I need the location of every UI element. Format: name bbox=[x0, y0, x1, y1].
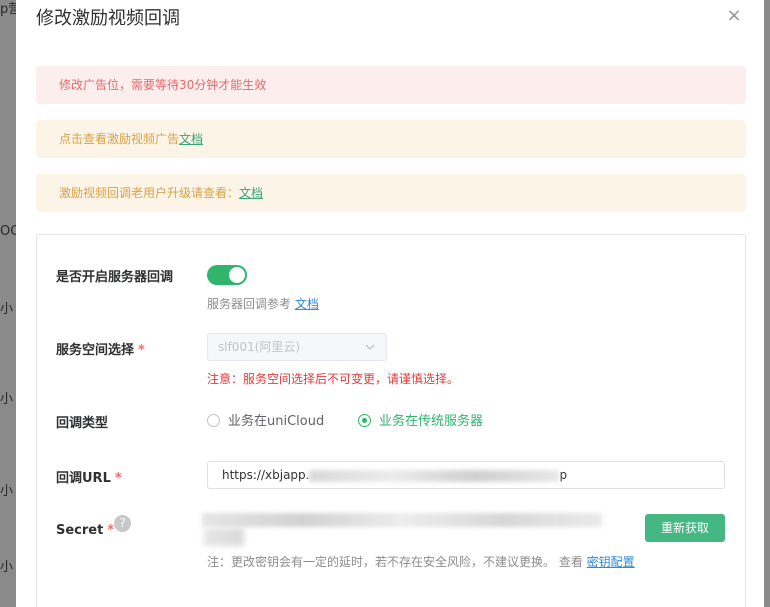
alert-doc-text: 点击查看激励视频广告 bbox=[59, 132, 180, 146]
radio-traditional-label: 业务在传统服务器 bbox=[379, 414, 484, 429]
server-callback-toggle[interactable] bbox=[207, 265, 247, 285]
dialog-title: 修改激励视频回调 bbox=[36, 8, 180, 29]
required-mark: * bbox=[138, 343, 145, 358]
secret-note-text: 注：更改密钥会有一定的延时，若不存在安全风险，不建议更换。 查看 bbox=[207, 555, 583, 569]
secret-label: Secret * bbox=[56, 523, 114, 538]
callback-url-label-text: 回调URL bbox=[56, 471, 111, 486]
background-fragment: OCI bbox=[0, 224, 16, 239]
help-icon[interactable]: ? bbox=[114, 515, 131, 532]
callback-url-label: 回调URL * bbox=[56, 467, 122, 486]
radio-unicloud[interactable]: 业务在uniCloud bbox=[207, 410, 324, 429]
secret-note: 注：更改密钥会有一定的延时，若不存在安全风险，不建议更换。 查看 密钥配置 bbox=[207, 553, 635, 570]
alert-upgrade: 激励视频回调老用户升级请查看：文档 bbox=[36, 174, 746, 212]
background-fragment: 小 bbox=[0, 560, 14, 575]
toggle-knob bbox=[229, 267, 245, 283]
background-fragment: 小 bbox=[0, 484, 14, 499]
space-select[interactable]: slf001(阿里云) bbox=[207, 333, 387, 361]
radio-circle-icon bbox=[207, 414, 220, 427]
refresh-secret-button[interactable]: 重新获取 bbox=[645, 514, 725, 542]
alert-error-text: 修改广告位，需要等待30分钟才能生效 bbox=[59, 78, 267, 92]
hint-text: 服务器回调参考 bbox=[207, 297, 292, 311]
url-visible-suffix: p bbox=[559, 468, 568, 482]
background-page-right bbox=[764, 0, 770, 607]
server-callback-label: 是否开启服务器回调 bbox=[56, 266, 173, 285]
required-mark: * bbox=[114, 471, 122, 486]
upgrade-doc-link[interactable]: 文档 bbox=[239, 186, 263, 200]
key-config-link[interactable]: 密钥配置 bbox=[587, 555, 635, 569]
chevron-down-icon bbox=[364, 334, 376, 370]
alert-upgrade-text: 激励视频回调老用户升级请查看： bbox=[59, 186, 240, 200]
url-visible-prefix: https://xbjapp. bbox=[222, 468, 310, 482]
doc-link[interactable]: 文档 bbox=[179, 132, 203, 146]
callback-type-label: 回调类型 bbox=[56, 412, 108, 431]
radio-unicloud-label: 业务在uniCloud bbox=[228, 414, 325, 429]
radio-traditional-server[interactable]: 业务在传统服务器 bbox=[358, 410, 483, 429]
hint-doc-link[interactable]: 文档 bbox=[295, 297, 319, 311]
background-fragment: 小 bbox=[0, 392, 14, 407]
callback-url-input[interactable]: https://xbjapp. p bbox=[207, 461, 725, 489]
redacted-secret bbox=[202, 513, 602, 527]
background-fragment: p营 bbox=[0, 2, 16, 17]
server-callback-label-text: 是否开启服务器回调 bbox=[56, 270, 174, 285]
radio-checked-icon bbox=[358, 414, 371, 427]
secret-label-text: Secret bbox=[56, 523, 104, 538]
edit-callback-dialog: 修改激励视频回调 × 修改广告位，需要等待30分钟才能生效 点击查看激励视频广告… bbox=[16, 0, 764, 607]
redacted-blur bbox=[309, 469, 560, 482]
background-fragment: 小 bbox=[0, 302, 14, 317]
space-label: 服务空间选择 * bbox=[56, 339, 145, 358]
required-mark: * bbox=[107, 523, 115, 538]
server-callback-hint: 服务器回调参考 文档 bbox=[207, 295, 319, 312]
alert-error: 修改广告位，需要等待30分钟才能生效 bbox=[36, 66, 746, 104]
space-select-value: slf001(阿里云) bbox=[218, 340, 301, 354]
close-icon[interactable]: × bbox=[722, 4, 746, 28]
callback-type-label-text: 回调类型 bbox=[56, 416, 109, 431]
alert-doc-link: 点击查看激励视频广告文档 bbox=[36, 120, 746, 158]
space-warning: 注意：服务空间选择后不可变更，请谨慎选择。 bbox=[207, 372, 460, 386]
redacted-secret bbox=[204, 528, 244, 546]
background-page: p营 OCI 小 小 小 小 bbox=[0, 0, 16, 607]
space-label-text: 服务空间选择 bbox=[56, 343, 135, 358]
